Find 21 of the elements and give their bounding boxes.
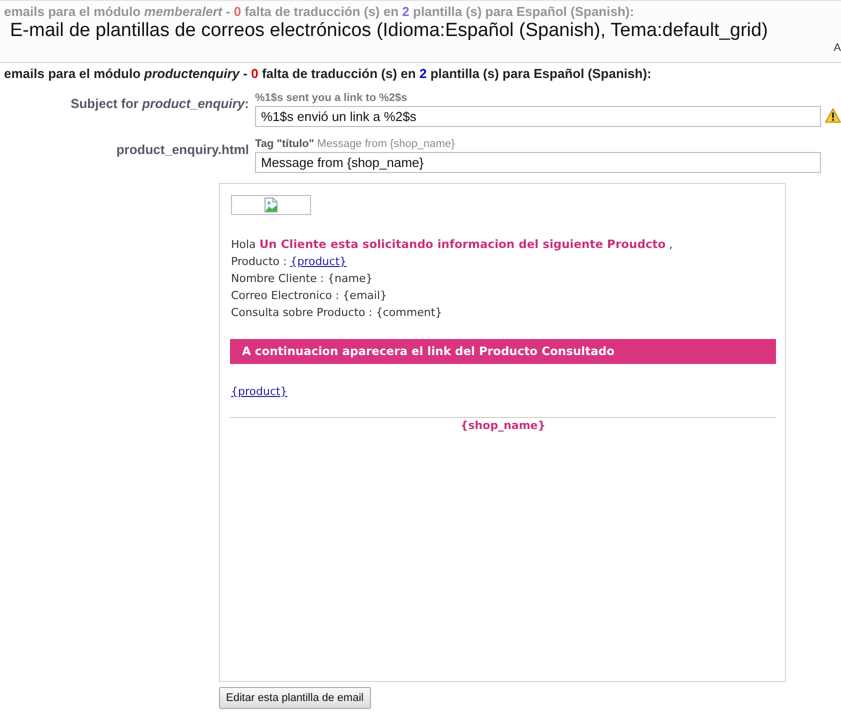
- section-heading: emails para el módulo memberalert - 0 falta de traducción (s) en 2 plantilla (s) para Español (Spanish):: [3, 3, 636, 19]
- text-field[interactable]: Message from {shop_name}: [255, 152, 821, 173]
- field-label: Subject for product_enquiry:: [70, 96, 249, 111]
- product-link[interactable]: {product}: [290, 255, 347, 268]
- detail-line: Nombre Cliente : {name}: [231, 271, 374, 287]
- text-field[interactable]: %1$s envió un link a %2$s: [255, 106, 821, 127]
- product-link[interactable]: {product}: [231, 383, 288, 400]
- section-heading: emails para el módulo productenquiry - 0 falta de traducción (s) en 2 plantilla (s) para Español (Spanish):: [3, 65, 652, 81]
- detail-line: Correo Electronico : {email}: [231, 288, 388, 304]
- shop-name-text: {shop_name}: [460, 419, 546, 433]
- detail-line: Consulta sobre Producto : {comment}: [231, 305, 444, 321]
- broken-image-icon: [264, 197, 278, 213]
- page-title: E-mail de plantillas de correos electrónicos (Idioma:Español (Spanish), Tema:default_grid): [9, 19, 768, 42]
- cut-off-text: A: [834, 42, 841, 54]
- detail-line: Producto : {product}: [231, 254, 348, 270]
- greeting-text: Hola Un Cliente esta solicitando informacion del siguiente Proudcto ,: [231, 236, 674, 253]
- field-hint: %1$s sent you a link to %2$s: [255, 92, 408, 105]
- edit-template-button[interactable]: Editar esta plantilla de email: [219, 687, 371, 709]
- field-hint: Tag "título" Message from {shop_name}: [255, 138, 455, 151]
- field-label: product_enquiry.html: [116, 142, 249, 157]
- email-banner: A continuacion aparecera el link del Producto Consultado: [230, 339, 776, 364]
